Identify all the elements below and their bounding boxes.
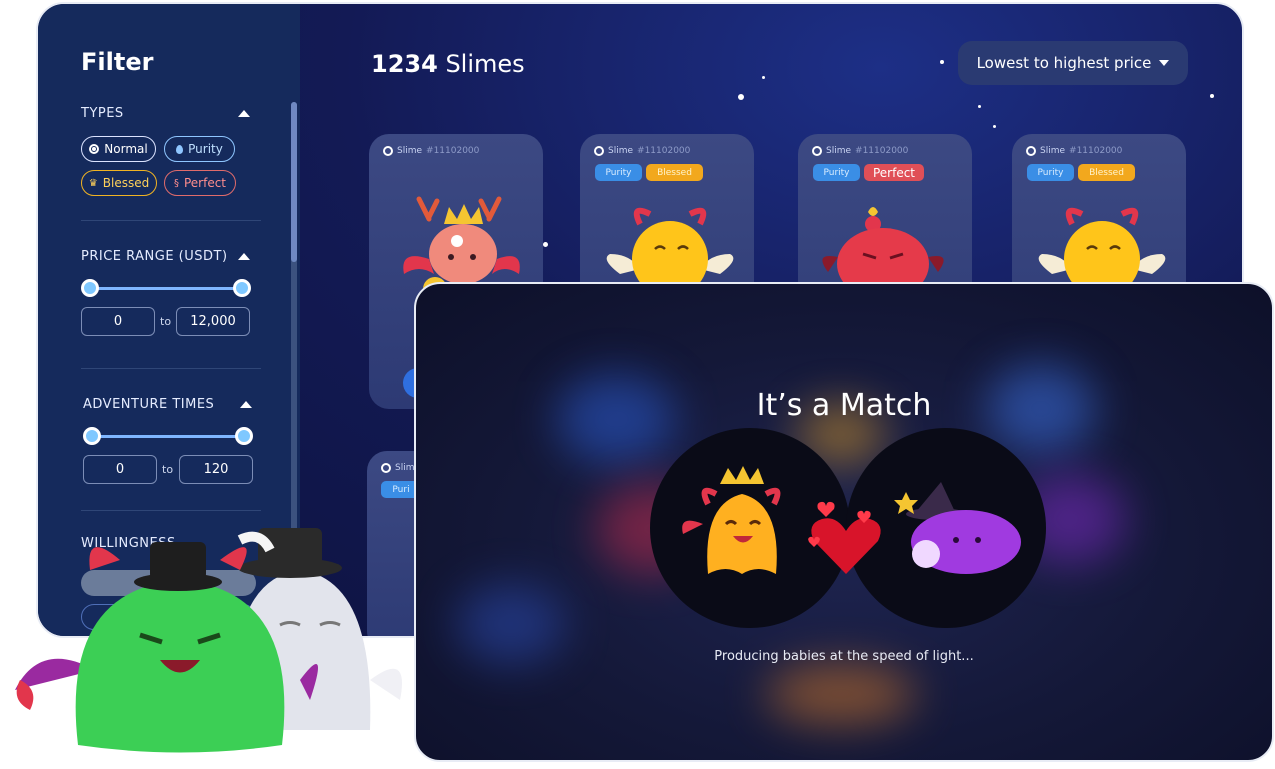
price-min-input[interactable]: 0 — [81, 307, 155, 336]
range-to-label: to — [162, 463, 174, 476]
type-chip-label: Blessed — [102, 176, 150, 190]
filter-scrollbar-thumb[interactable] — [291, 102, 297, 262]
card-header: Slime #11102000 — [1026, 146, 1122, 156]
tag-purity: Purity — [595, 164, 642, 181]
collapse-types-icon[interactable] — [238, 110, 250, 117]
droplet-icon — [176, 144, 184, 154]
price-range-label: PRICE RANGE (USDT) — [81, 249, 228, 264]
slime-type-icon — [383, 146, 393, 156]
background-glow — [766, 664, 916, 724]
match-title: It’s a Match — [756, 388, 932, 423]
card-name: Slime — [826, 146, 852, 156]
sort-label: Lowest to highest price — [976, 54, 1152, 72]
card-id: #11102000 — [1069, 146, 1123, 156]
adventure-min-input[interactable]: 0 — [83, 455, 157, 484]
range-to-label: to — [160, 315, 172, 328]
results-count: 1234 — [371, 50, 438, 78]
tag-purity: Purity — [813, 164, 860, 181]
star-decoration — [738, 94, 744, 100]
card-name: Slime — [1040, 146, 1066, 156]
adventure-slider-max-handle[interactable] — [235, 427, 253, 445]
price-slider-min-handle[interactable] — [81, 279, 99, 297]
collapse-price-icon[interactable] — [238, 253, 250, 260]
adventure-slider-track[interactable] — [92, 435, 244, 438]
slime-type-icon — [381, 463, 391, 473]
price-slider-track[interactable] — [90, 287, 242, 290]
slime-image — [1038, 207, 1166, 284]
type-chip-label: Perfect — [183, 176, 227, 190]
star-decoration — [940, 60, 944, 64]
parent-slime-yellow — [682, 466, 781, 574]
slime-type-icon — [812, 146, 822, 156]
mascot-slimes-illustration — [15, 528, 402, 753]
results-noun: Slimes — [445, 50, 525, 78]
tag-blessed: Blessed — [1078, 164, 1135, 181]
card-header: Slime #11102000 — [812, 146, 908, 156]
slime-type-icon — [594, 146, 604, 156]
type-chip-blessed[interactable]: ♛ Blessed — [81, 170, 157, 196]
helix-icon: § — [173, 177, 179, 189]
chevron-down-icon — [1159, 60, 1170, 66]
card-header: Slim — [381, 463, 418, 473]
card-id: #11102000 — [855, 146, 909, 156]
divider — [81, 368, 261, 369]
slime-image — [606, 207, 734, 284]
tag-blessed: Blessed — [646, 164, 703, 181]
adventure-max-input[interactable]: 120 — [179, 455, 253, 484]
match-modal: It’s a Match Producing babies at the spe… — [414, 282, 1274, 762]
card-header: Slime #11102000 — [383, 146, 479, 156]
star-decoration — [762, 76, 765, 79]
slime-image — [822, 207, 944, 282]
type-chip-perfect[interactable]: § Perfect — [164, 170, 236, 196]
divider — [81, 220, 261, 221]
crown-icon: ♛ — [88, 177, 98, 189]
card-name: Slime — [608, 146, 634, 156]
card-name: Slim — [395, 463, 415, 473]
target-icon — [89, 144, 100, 154]
star-decoration — [543, 242, 548, 247]
tag-perfect: Perfect — [864, 164, 924, 181]
price-slider-max-handle[interactable] — [233, 279, 251, 297]
match-status-text: Producing babies at the speed of light..… — [714, 649, 974, 664]
card-id: #11102000 — [426, 146, 480, 156]
price-max-input[interactable]: 12,000 — [176, 307, 250, 336]
type-chip-normal[interactable]: Normal — [81, 136, 156, 162]
slime-type-icon — [1026, 146, 1036, 156]
card-header: Slime #11102000 — [594, 146, 690, 156]
types-label: TYPES — [81, 106, 124, 121]
star-decoration — [1210, 94, 1214, 98]
hearts-icon — [808, 501, 881, 574]
results-count-title: 1234 Slimes — [371, 50, 525, 78]
star-decoration — [993, 125, 996, 128]
card-id: #11102000 — [637, 146, 691, 156]
type-chip-label: Normal — [104, 142, 148, 156]
type-chip-purity[interactable]: Purity — [164, 136, 235, 162]
tag-purity: Purity — [1027, 164, 1074, 181]
card-name: Slime — [397, 146, 423, 156]
adventure-slider-min-handle[interactable] — [83, 427, 101, 445]
sort-dropdown[interactable]: Lowest to highest price — [958, 41, 1188, 85]
type-chip-label: Purity — [188, 142, 223, 156]
parent-slime-purple — [894, 482, 1021, 574]
star-decoration — [978, 105, 981, 108]
collapse-adventure-icon[interactable] — [240, 401, 252, 408]
adventure-times-label: ADVENTURE TIMES — [83, 397, 215, 412]
filter-title: Filter — [81, 48, 154, 76]
